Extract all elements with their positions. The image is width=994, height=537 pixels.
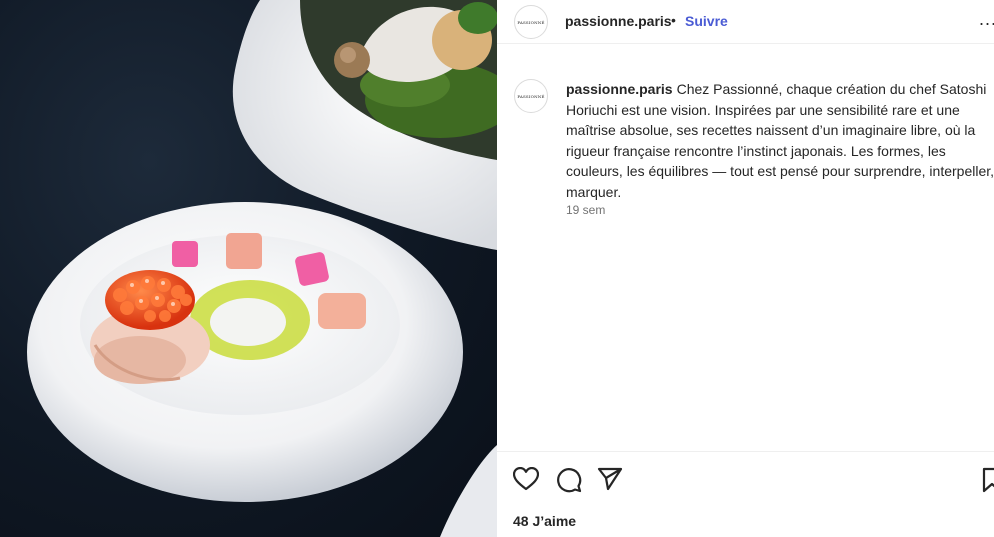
avatar-logo: PASSIONNÉ: [517, 19, 545, 25]
avatar[interactable]: PASSIONNÉ: [514, 5, 548, 39]
caption-avatar-logo: PASSIONNÉ: [517, 93, 545, 99]
comment-icon[interactable]: [556, 467, 582, 498]
username-link[interactable]: passionne.paris: [565, 13, 672, 29]
post-timestamp[interactable]: 19 sem: [566, 203, 605, 217]
caption-username-link[interactable]: passionne.paris: [566, 81, 673, 97]
paper-plane-icon[interactable]: [597, 467, 623, 496]
post-date-label: ...: [513, 532, 521, 537]
follow-button[interactable]: Suivre: [685, 13, 728, 29]
separator-dot: •: [671, 12, 676, 28]
caption-body: Chez Passionné, chaque création du chef …: [566, 81, 994, 200]
actions-bar: 48 J’aime ...: [497, 451, 994, 537]
caption-avatar[interactable]: PASSIONNÉ: [514, 79, 548, 113]
pink-cube: [172, 241, 198, 267]
food-plate-photo: [27, 0, 497, 537]
post-photo[interactable]: [0, 0, 497, 537]
likes-count[interactable]: 48 J’aime: [513, 513, 576, 529]
heart-icon[interactable]: [512, 466, 540, 496]
more-options-icon[interactable]: ...: [979, 9, 994, 30]
caption-text: passionne.paris Chez Passionné, chaque cr…: [566, 79, 994, 202]
post-panel: PASSIONNÉ passionne.paris • Suivre ... P…: [497, 0, 994, 537]
bookmark-icon[interactable]: [982, 467, 994, 498]
post-header: PASSIONNÉ passionne.paris • Suivre ...: [497, 0, 994, 44]
instagram-post: PASSIONNÉ passionne.paris • Suivre ... P…: [0, 0, 994, 537]
